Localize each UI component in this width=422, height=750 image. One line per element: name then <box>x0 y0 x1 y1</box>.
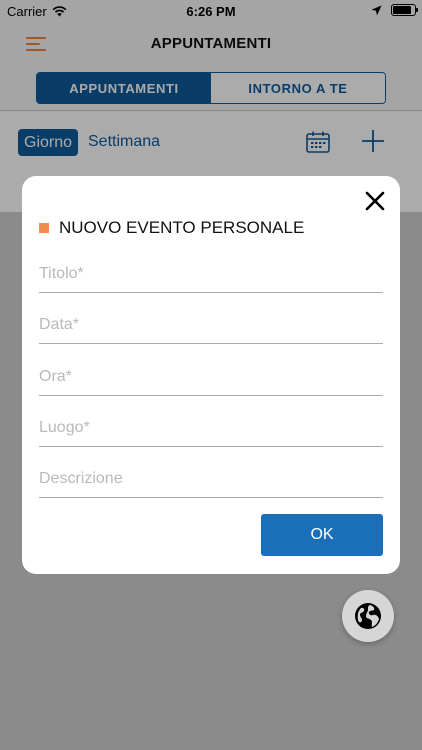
time-input[interactable] <box>39 354 383 386</box>
globe-fab-button[interactable] <box>342 590 394 642</box>
globe-icon <box>355 603 381 629</box>
time-field <box>39 345 383 396</box>
dialog-title: NUOVO EVENTO PERSONALE <box>39 218 304 238</box>
title-field <box>39 242 383 293</box>
title-input[interactable] <box>39 251 383 283</box>
location-input[interactable] <box>39 405 383 437</box>
title-accent-square <box>39 223 49 233</box>
close-icon[interactable] <box>364 190 386 212</box>
date-field <box>39 293 383 344</box>
date-input[interactable] <box>39 302 383 334</box>
description-input[interactable] <box>39 456 383 488</box>
new-event-dialog: NUOVO EVENTO PERSONALE OK <box>22 176 400 574</box>
dialog-title-text: NUOVO EVENTO PERSONALE <box>59 218 305 237</box>
ok-button[interactable]: OK <box>261 514 383 556</box>
description-field <box>39 447 383 498</box>
location-field <box>39 396 383 447</box>
